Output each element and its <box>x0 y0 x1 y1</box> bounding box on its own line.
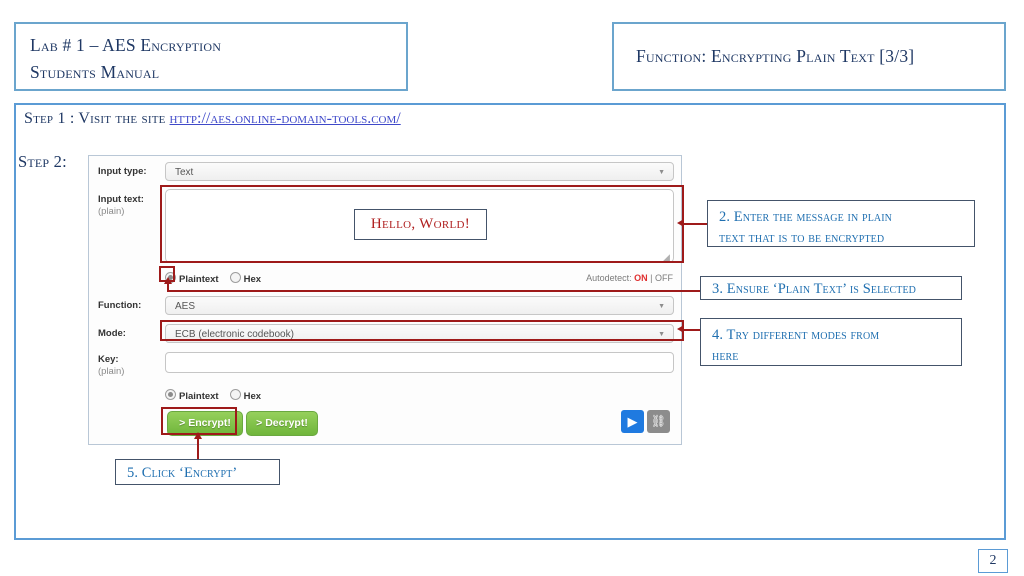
lab-title-line-1: Lab # 1 – AES Encryption <box>30 35 222 55</box>
function-value: AES <box>175 301 196 312</box>
aes-tool-link[interactable]: http://aes.online-domain-tools.com/ <box>170 110 401 128</box>
link-icon[interactable]: ⛓ <box>647 410 670 433</box>
step-1-text: Step 1 : Visit the site <box>24 110 166 127</box>
function-select[interactable]: AES ▼ <box>165 296 674 315</box>
plaintext-radio-1-label: Plaintext <box>179 274 219 285</box>
chevron-down-icon: ▼ <box>658 169 665 176</box>
function-label: Function: <box>98 300 142 311</box>
input-text-label-main: Input text: <box>98 194 144 205</box>
chevron-down-icon: ▼ <box>658 303 665 310</box>
function-title-text: Function: Encrypting Plain Text [3/3] <box>636 46 915 66</box>
autodetect-label: Autodetect: <box>586 273 632 283</box>
hex-radio-2-label: Hex <box>243 391 262 402</box>
encrypt-button[interactable]: > Encrypt! <box>167 411 243 436</box>
input-encoding-radio-group[interactable]: Plaintext Hex <box>165 272 261 285</box>
callout-4-line-2: here <box>712 348 739 365</box>
key-label-sub: (plain) <box>98 365 125 377</box>
input-type-label: Input type: <box>98 166 147 177</box>
callout-5-text: 5. Click ‘Encrypt’ <box>127 465 238 481</box>
input-text-label-sub: (plain) <box>98 205 125 217</box>
input-type-select[interactable]: Text ▼ <box>165 162 674 181</box>
resize-grip-icon[interactable]: ◢ <box>663 253 671 262</box>
callout-2: 2. Enter the message in plain text that … <box>707 200 975 247</box>
mode-label: Mode: <box>98 328 126 339</box>
page-number-badge: 2 <box>978 549 1008 573</box>
step-1-bar: Step 1 : Visit the site http://aes.onlin… <box>14 103 1006 133</box>
key-label: Key: (plain) <box>98 354 124 378</box>
callout-5: 5. Click ‘Encrypt’ <box>115 459 280 485</box>
autodetect-control[interactable]: Autodetect: ON | OFF <box>586 273 673 283</box>
play-icon[interactable]: ▶ <box>621 410 644 433</box>
key-input[interactable] <box>165 352 674 373</box>
callout-3-text: 3. Ensure ‘Plain Text’ is Selected <box>712 281 916 297</box>
mode-value: ECB (electronic codebook) <box>175 329 294 340</box>
lab-title-box: Lab # 1 – AES Encryption Students Manual <box>14 22 408 91</box>
callout-4: 4. Try different modes from here <box>700 318 962 366</box>
autodetect-on[interactable]: ON <box>634 273 648 283</box>
key-label-main: Key: <box>98 354 119 365</box>
callout-4-line-1: 4. Try different modes from <box>712 327 880 343</box>
mode-select[interactable]: ECB (electronic codebook) ▼ <box>165 324 674 343</box>
hello-world-text: Hello, World! <box>370 216 471 232</box>
chevron-down-icon: ▼ <box>658 331 665 338</box>
input-type-value: Text <box>175 167 194 178</box>
hex-radio-1-label: Hex <box>243 274 262 285</box>
aes-tool-form: Input type: Text ▼ Input text: (plain) ◢… <box>88 155 682 445</box>
step-2-label: Step 2: <box>18 152 67 171</box>
hello-world-callout-box: Hello, World! <box>354 209 487 240</box>
callout-3: 3. Ensure ‘Plain Text’ is Selected <box>700 276 962 300</box>
autodetect-off[interactable]: OFF <box>655 273 673 283</box>
plaintext-radio-1[interactable] <box>165 272 176 283</box>
plaintext-radio-2-label: Plaintext <box>179 391 219 402</box>
lab-title-line-2: Students Manual <box>30 62 160 83</box>
input-text-label: Input text: (plain) <box>98 194 144 218</box>
callout-2-line-2: text that is to be encrypted <box>719 230 885 247</box>
key-encoding-radio-group[interactable]: Plaintext Hex <box>165 389 261 402</box>
hex-radio-2[interactable] <box>229 389 241 400</box>
hex-radio-1[interactable] <box>229 272 241 283</box>
autodetect-separator: | <box>650 273 653 283</box>
function-title-box: Function: Encrypting Plain Text [3/3] <box>612 22 1006 91</box>
plaintext-radio-2[interactable] <box>165 389 176 400</box>
decrypt-button[interactable]: > Decrypt! <box>246 411 318 436</box>
callout-2-line-1: 2. Enter the message in plain <box>719 209 892 225</box>
